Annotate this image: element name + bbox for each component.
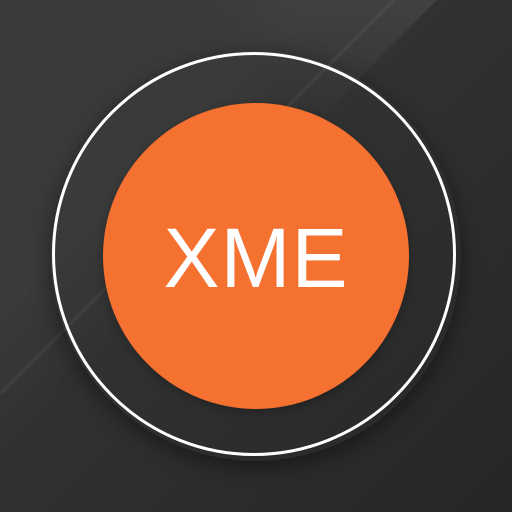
accent-disc: XME bbox=[103, 103, 409, 409]
icon-label: XME bbox=[163, 211, 349, 305]
app-icon[interactable]: XME bbox=[0, 0, 512, 512]
